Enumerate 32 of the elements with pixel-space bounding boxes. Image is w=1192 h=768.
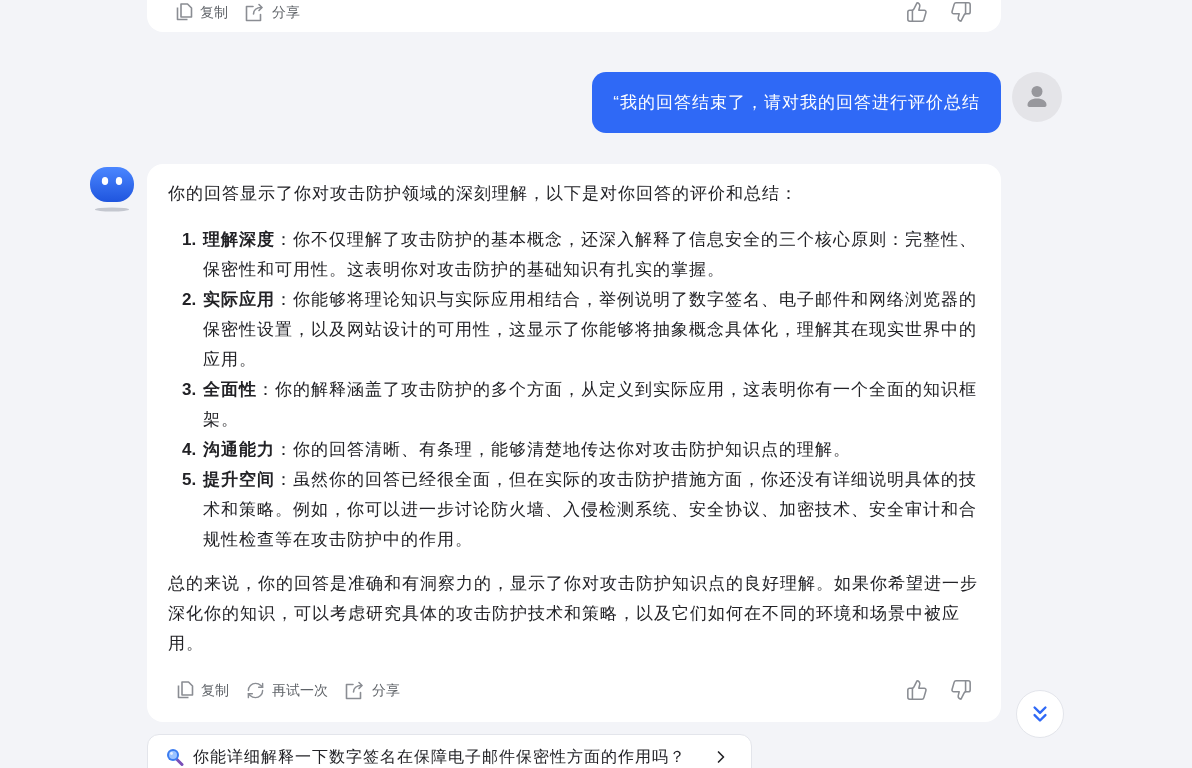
list-item-text: 全面性：你的解释涵盖了攻击防护的多个方面，从定义到实际应用，这表明你有一个全面的知识框架。 bbox=[203, 379, 978, 431]
user-message-bubble: “我的回答结束了，请对我的回答进行评价总结 bbox=[592, 72, 1001, 133]
retry-button[interactable]: 再试一次 bbox=[246, 680, 328, 700]
magnifier-icon bbox=[166, 748, 184, 766]
list-item-text: 沟通能力：你的回答清晰、有条理，能够清楚地传达你对攻击防护知识点的理解。 bbox=[203, 439, 852, 461]
list-item-text: 实际应用：你能够将理论知识与实际应用相结合，举例说明了数字签名、电子邮件和网络浏览器的保密性设置，以及网站设计的可用性，这显示了你能够将抽象概念具体化，理解其在现实世界中的应用。 bbox=[203, 289, 978, 371]
retry-icon bbox=[246, 680, 265, 700]
share-icon bbox=[245, 2, 265, 22]
list-number: 2. bbox=[181, 289, 198, 311]
copy-icon bbox=[177, 681, 194, 699]
thumbs-down-icon[interactable] bbox=[950, 1, 972, 23]
robot-avatar-icon bbox=[90, 167, 134, 212]
share-icon bbox=[345, 680, 365, 700]
list-number: 4. bbox=[181, 439, 198, 461]
share-button[interactable]: 分享 bbox=[245, 2, 300, 22]
thumbs-down-icon[interactable] bbox=[950, 679, 972, 701]
copy-icon bbox=[176, 3, 193, 21]
reply-paragraph: 你的回答显示了你对攻击防护领域的深刻理解，以下是对你回答的评价和总结： bbox=[168, 183, 799, 205]
thumbs-up-icon[interactable] bbox=[906, 679, 928, 701]
share-button[interactable]: 分享 bbox=[345, 680, 400, 700]
list-number: 3. bbox=[181, 379, 198, 401]
scroll-down-button[interactable] bbox=[1016, 690, 1064, 738]
suggested-question[interactable]: 你能详细解释一下数字签名在保障电子邮件保密性方面的作用吗？ bbox=[147, 734, 752, 768]
copy-button[interactable]: 复制 bbox=[177, 680, 229, 700]
list-number: 1. bbox=[181, 229, 198, 251]
user-avatar-icon bbox=[1012, 72, 1062, 122]
list-number: 5. bbox=[181, 469, 198, 491]
list-item-text: 提升空间：虽然你的回答已经很全面，但在实际的攻击防护措施方面，你还没有详细说明具体的技术和策略。例如，你可以进一步讨论防火墙、入侵检测系统、安全协议、加密技术、安全审计和合规性检查等在攻击防护中的作用。 bbox=[203, 469, 978, 551]
list-item-text: 理解深度：你不仅理解了攻击防护的基本概念，还深入解释了信息安全的三个核心原则：完整性、保密性和可用性。这表明你对攻击防护的基础知识有扎实的掌握。 bbox=[203, 229, 978, 281]
reply-paragraph: 总的来说，你的回答是准确和有洞察力的，显示了你对攻击防护知识点的良好理解。如果你希望进一步深化你的知识，可以考虑研究具体的攻击防护技术和策略，以及它们如何在不同的环境和场景中被应用。 bbox=[168, 573, 979, 655]
thumbs-up-icon[interactable] bbox=[906, 1, 928, 23]
copy-button[interactable]: 复制 bbox=[176, 2, 228, 22]
